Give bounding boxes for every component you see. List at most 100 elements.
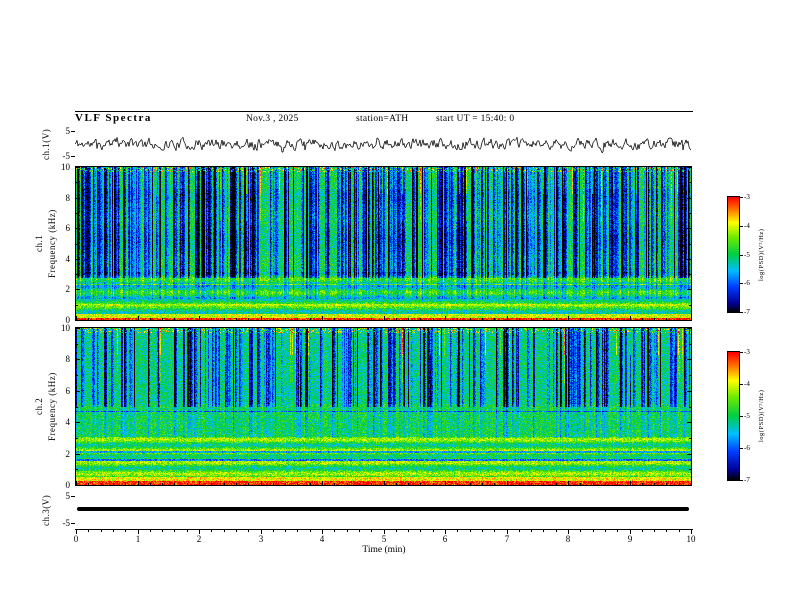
- y-minor-tick: [689, 213, 691, 214]
- y-minor-tick: [689, 407, 691, 408]
- x-minor-tick: [482, 318, 483, 320]
- y-minor-tick: [689, 274, 691, 275]
- x-minor-tick: [359, 483, 360, 485]
- colorbar-tick: [740, 352, 743, 353]
- colorbar-tick-label: -4: [744, 380, 750, 388]
- ch1-channel-axis-label: ch.1: [34, 234, 44, 253]
- x-axis-minor-tick: [593, 530, 594, 532]
- x-minor-tick: [334, 318, 335, 320]
- x-tick-label: 2: [196, 534, 202, 544]
- x-major-tick: [76, 316, 77, 320]
- x-major-tick: [568, 316, 569, 320]
- x-minor-tick: [211, 318, 212, 320]
- colorbar-tick-label: -6: [744, 444, 750, 452]
- y-minor-tick: [76, 213, 78, 214]
- x-minor-tick: [482, 483, 483, 485]
- x-minor-tick: [236, 318, 237, 320]
- x-minor-tick: [580, 318, 581, 320]
- ch2-spectrogram-canvas: [76, 328, 691, 485]
- y-major-tick: [76, 359, 80, 360]
- x-major-tick: [384, 316, 385, 320]
- x-tick-label: 6: [442, 534, 448, 544]
- ch1-wave-ytick-top: 5: [65, 126, 71, 136]
- x-minor-tick: [556, 483, 557, 485]
- x-minor-tick: [531, 318, 532, 320]
- y-major-tick: [76, 328, 80, 329]
- x-minor-tick: [310, 483, 311, 485]
- x-major-tick: [630, 316, 631, 320]
- x-minor-tick: [347, 483, 348, 485]
- y-tick-label: 2: [65, 449, 71, 459]
- colorbar-tick: [740, 197, 743, 198]
- x-minor-tick: [88, 483, 89, 485]
- x-major-tick: [322, 316, 323, 320]
- x-minor-tick: [531, 483, 532, 485]
- colorbar-2-canvas: [728, 352, 739, 480]
- y-minor-tick: [689, 375, 691, 376]
- colorbar-tick: [740, 448, 743, 449]
- x-major-tick: [507, 316, 508, 320]
- x-major-tick: [261, 481, 262, 485]
- y-major-tick: [687, 167, 691, 168]
- x-axis-title: Time (min): [362, 545, 406, 555]
- station-label: station=ATH: [356, 114, 409, 124]
- ch3-wave-tick: [71, 496, 75, 497]
- y-minor-tick: [76, 182, 78, 183]
- x-minor-tick: [273, 483, 274, 485]
- y-major-tick: [76, 198, 80, 199]
- x-minor-tick: [113, 483, 114, 485]
- x-axis-minor-tick: [224, 530, 225, 532]
- y-minor-tick: [76, 407, 78, 408]
- x-major-tick: [261, 316, 262, 320]
- x-minor-tick: [666, 483, 667, 485]
- ch2-channel-axis-label: ch.2: [34, 397, 44, 416]
- x-minor-tick: [543, 483, 544, 485]
- x-major-tick: [199, 481, 200, 485]
- x-minor-tick: [310, 318, 311, 320]
- y-minor-tick: [689, 244, 691, 245]
- x-minor-tick: [248, 483, 249, 485]
- x-axis-minor-tick: [101, 530, 102, 532]
- x-minor-tick: [408, 318, 409, 320]
- x-minor-tick: [174, 318, 175, 320]
- colorbar-tick-label: -6: [744, 279, 750, 287]
- x-major-tick: [445, 481, 446, 485]
- y-major-tick: [687, 259, 691, 260]
- y-tick-label: 6: [65, 386, 71, 396]
- x-minor-tick: [297, 483, 298, 485]
- x-minor-tick: [150, 483, 151, 485]
- ch1-spectrogram-canvas: [76, 167, 691, 320]
- y-major-tick: [687, 289, 691, 290]
- x-minor-tick: [162, 318, 163, 320]
- ch3-flatline: [77, 507, 689, 511]
- y-major-tick: [76, 259, 80, 260]
- x-axis-minor-tick: [605, 530, 606, 532]
- colorbar-tick: [740, 416, 743, 417]
- x-axis-minor-tick: [347, 530, 348, 532]
- colorbar-tick-label: -7: [744, 308, 750, 316]
- x-axis-minor-tick: [482, 530, 483, 532]
- x-major-tick: [630, 481, 631, 485]
- ch1-voltage-axis-label: ch.1(V): [41, 128, 51, 160]
- y-tick-label: 4: [65, 417, 71, 427]
- ch1-wave-tick: [71, 131, 75, 132]
- x-minor-tick: [224, 483, 225, 485]
- x-tick-label: 5: [381, 534, 387, 544]
- y-tick-label: 6: [65, 223, 71, 233]
- x-minor-tick: [101, 318, 102, 320]
- x-tick-label: 8: [565, 534, 571, 544]
- y-tick-label: 4: [65, 254, 71, 264]
- colorbar-tick-label: -3: [744, 348, 750, 356]
- y-minor-tick: [76, 375, 78, 376]
- y-minor-tick: [76, 438, 78, 439]
- x-major-tick: [445, 316, 446, 320]
- x-minor-tick: [285, 483, 286, 485]
- x-major-tick: [691, 481, 692, 485]
- top-rule-divider: [75, 111, 693, 112]
- y-major-tick: [687, 320, 691, 321]
- x-axis-minor-tick: [359, 530, 360, 532]
- x-minor-tick: [211, 483, 212, 485]
- x-major-tick: [322, 481, 323, 485]
- x-minor-tick: [113, 318, 114, 320]
- x-axis-minor-tick: [679, 530, 680, 532]
